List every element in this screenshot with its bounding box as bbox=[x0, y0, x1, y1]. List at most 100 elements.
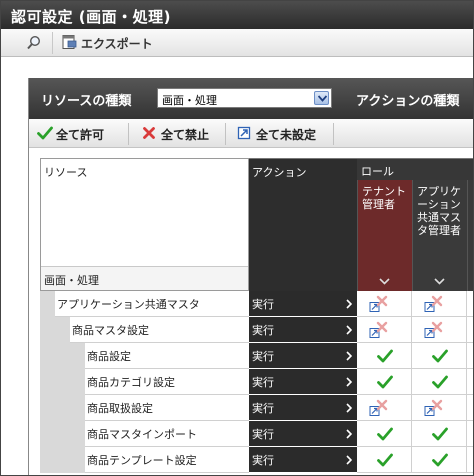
tree-indent bbox=[40, 291, 55, 317]
permission-cell[interactable] bbox=[467, 369, 473, 395]
resource-subheader-label: 画面・処理 bbox=[44, 274, 99, 287]
role-name: テナント管理者 bbox=[362, 185, 406, 211]
permission-cell[interactable] bbox=[357, 421, 412, 447]
permission-cell[interactable] bbox=[467, 343, 473, 369]
table-row: 商品マスタ設定 実行 bbox=[40, 317, 473, 343]
tree-indent bbox=[40, 317, 70, 343]
action-label: 実行 bbox=[252, 454, 274, 467]
action-label: 実行 bbox=[252, 324, 274, 337]
check-icon bbox=[432, 453, 448, 467]
cross-icon bbox=[143, 127, 155, 139]
check-icon bbox=[37, 126, 53, 140]
inherited-deny-icon bbox=[424, 295, 443, 312]
permission-cell[interactable] bbox=[357, 343, 412, 369]
permission-cell[interactable] bbox=[412, 317, 467, 343]
action-cell: 実行 bbox=[249, 317, 357, 343]
check-icon bbox=[377, 453, 393, 467]
table-row: 商品テンプレート設定 実行 bbox=[40, 447, 473, 473]
export-label: エクスポート bbox=[81, 37, 153, 51]
action-divider bbox=[128, 123, 129, 145]
inherited-deny-icon bbox=[369, 399, 388, 416]
check-icon bbox=[377, 375, 393, 389]
action-cell: 実行 bbox=[249, 343, 357, 369]
permission-cell[interactable] bbox=[357, 395, 412, 421]
resource-type-value: 画面・処理 bbox=[162, 94, 217, 107]
action-header: アクション bbox=[249, 158, 357, 291]
action-select[interactable]: 実行 bbox=[249, 395, 357, 420]
role-column-tenant-admin[interactable]: テナント管理者 bbox=[357, 180, 412, 291]
resource-name: 商品取扱設定 bbox=[85, 395, 249, 421]
permission-cell[interactable] bbox=[412, 291, 467, 317]
deny-all-label: 全て禁止 bbox=[161, 128, 210, 142]
app-window: 認可設定 (画面・処理) エクスポート リソースの種類 画面・処理 アクションの… bbox=[0, 0, 474, 476]
link-icon bbox=[237, 126, 251, 140]
table-row: 商品設定 実行 bbox=[40, 343, 473, 369]
permission-cell[interactable] bbox=[467, 291, 473, 317]
bulk-action-bar: 全て許可 全て禁止 全て未設定 bbox=[29, 119, 473, 148]
permission-cell[interactable] bbox=[467, 447, 473, 473]
permission-cell[interactable] bbox=[357, 447, 412, 473]
resource-name: 商品カテゴリ設定 bbox=[85, 369, 249, 395]
chevron-down-icon bbox=[318, 95, 327, 102]
resource-name: 商品マスタインポート bbox=[85, 421, 249, 447]
toolbar-divider bbox=[52, 32, 53, 54]
action-divider bbox=[333, 123, 334, 145]
chevron-down-icon bbox=[379, 278, 390, 285]
action-cell: 実行 bbox=[249, 395, 357, 421]
action-label: 実行 bbox=[252, 428, 274, 441]
chevron-right-icon bbox=[346, 325, 352, 335]
check-icon bbox=[432, 349, 448, 363]
authorization-panel: リソースの種類 画面・処理 アクションの種類 全て許可 全て禁止 全て未設定 リ… bbox=[28, 78, 473, 475]
page-title: 認可設定 (画面・処理) bbox=[1, 1, 473, 29]
permission-cell[interactable] bbox=[357, 291, 412, 317]
action-select[interactable]: 実行 bbox=[249, 421, 357, 446]
permission-cell[interactable] bbox=[412, 343, 467, 369]
role-column-partial[interactable] bbox=[467, 180, 473, 291]
unset-all-label: 全て未設定 bbox=[256, 128, 317, 142]
permission-cell[interactable] bbox=[412, 447, 467, 473]
inherited-deny-icon bbox=[424, 399, 443, 416]
filter-bar: リソースの種類 画面・処理 アクションの種類 bbox=[29, 78, 473, 119]
role-header: ロール bbox=[357, 158, 473, 180]
action-cell: 実行 bbox=[249, 447, 357, 473]
permission-cell[interactable] bbox=[412, 395, 467, 421]
role-dropdown[interactable] bbox=[358, 273, 412, 291]
action-cell: 実行 bbox=[249, 291, 357, 317]
action-label: 実行 bbox=[252, 298, 274, 311]
role-dropdown[interactable] bbox=[413, 273, 467, 291]
chevron-right-icon bbox=[346, 299, 352, 309]
export-icon bbox=[62, 35, 77, 49]
action-divider bbox=[225, 123, 226, 145]
action-type-label: アクションの種類 bbox=[356, 94, 460, 109]
search-button[interactable] bbox=[17, 33, 49, 53]
action-select[interactable]: 実行 bbox=[249, 291, 357, 316]
resource-name: 商品マスタ設定 bbox=[70, 317, 249, 343]
inherited-deny-icon bbox=[424, 321, 443, 338]
dropdown-arrow bbox=[314, 91, 329, 105]
permission-cell[interactable] bbox=[357, 369, 412, 395]
action-label: 実行 bbox=[252, 350, 274, 363]
permission-cell[interactable] bbox=[467, 317, 473, 343]
action-select[interactable]: 実行 bbox=[249, 343, 357, 368]
inherited-deny-icon bbox=[369, 295, 388, 312]
check-icon bbox=[377, 349, 393, 363]
resource-name: アプリケーション共通マスタ bbox=[55, 291, 249, 317]
role-column-app-master-admin[interactable]: アプリケーション共通マスタ管理者 bbox=[412, 180, 467, 291]
permission-cell[interactable] bbox=[412, 369, 467, 395]
permission-cell[interactable] bbox=[467, 421, 473, 447]
resource-header: リソース 画面・処理 bbox=[40, 158, 249, 291]
action-select[interactable]: 実行 bbox=[249, 317, 357, 342]
resource-type-select[interactable]: 画面・処理 bbox=[157, 88, 332, 108]
resource-name: 商品設定 bbox=[85, 343, 249, 369]
chevron-right-icon bbox=[346, 377, 352, 387]
role-header-label: ロール bbox=[361, 165, 394, 178]
allow-all-label: 全て許可 bbox=[56, 128, 105, 142]
chevron-right-icon bbox=[346, 429, 352, 439]
tree-indent bbox=[40, 421, 85, 447]
permission-cell[interactable] bbox=[357, 317, 412, 343]
action-select[interactable]: 実行 bbox=[249, 447, 357, 472]
content-spacer bbox=[1, 58, 473, 78]
permission-cell[interactable] bbox=[467, 395, 473, 421]
action-select[interactable]: 実行 bbox=[249, 369, 357, 394]
permission-cell[interactable] bbox=[412, 421, 467, 447]
